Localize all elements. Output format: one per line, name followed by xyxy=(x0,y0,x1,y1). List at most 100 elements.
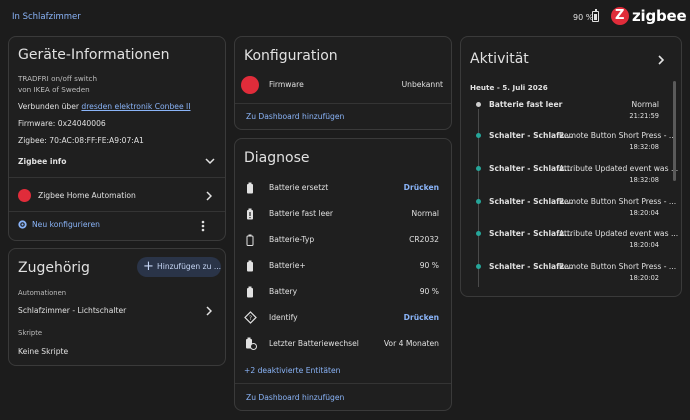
activity-event[interactable]: Schalter - Schlafz... Remote Button Shor… xyxy=(461,194,677,220)
divider xyxy=(9,211,225,212)
coordinator-link[interactable]: dresden elektronik Conbee II xyxy=(81,102,190,111)
firmware-text: Firmware: 0x24040006 xyxy=(18,119,106,128)
activity-event[interactable]: Schalter - Schlafz... Remote Button Shor… xyxy=(461,128,677,154)
diagnose-value: Normal xyxy=(411,209,439,218)
press-button[interactable]: Drücken xyxy=(404,183,439,192)
diagnose-label: Batterie fast leer xyxy=(269,209,334,218)
event-time: 18:32:08 xyxy=(629,143,659,151)
timeline-dot xyxy=(476,231,481,236)
zigbee-logo-icon: Z xyxy=(611,7,629,25)
device-info-card: Geräte-Informationen TRADFRI on/off swit… xyxy=(8,36,226,241)
breadcrumb-area-link[interactable]: In Schlafzimmer xyxy=(12,12,81,22)
reconfigure-button[interactable]: Neu konfigurieren xyxy=(15,216,105,234)
diagnose-label: Battery xyxy=(269,287,298,296)
integration-name: Zigbee Home Automation xyxy=(38,191,136,200)
diagnose-row[interactable]: ? Identify Drücken xyxy=(235,309,451,327)
timeline-dot xyxy=(476,133,481,138)
activity-event[interactable]: Batterie fast leer Normal 21:21:59 xyxy=(461,97,677,123)
activity-title: Aktivität xyxy=(470,51,529,67)
diagnose-value: CR2032 xyxy=(409,235,439,244)
event-time: 21:21:59 xyxy=(629,112,659,120)
diagnose-row[interactable]: Batterie ersetzt Drücken xyxy=(235,179,451,197)
device-model: TRADFRI on/off switch xyxy=(18,74,98,83)
diagnose-row[interactable]: Batterie fast leer Normal xyxy=(235,205,451,223)
battery-icon xyxy=(247,286,253,298)
config-title: Konfiguration xyxy=(244,48,338,64)
zigbee-ieee-text: Zigbee: 70:AC:08:FF:FE:A9:07:A1 xyxy=(18,136,144,145)
event-description: Remote Button Short Press - ... xyxy=(559,262,677,271)
related-title: Zugehörig xyxy=(18,260,90,276)
diagnose-card: Diagnose Batterie ersetzt Drücken Batter… xyxy=(234,138,452,411)
diagnose-dashboard-link[interactable]: Zu Dashboard hinzufügen xyxy=(246,393,344,402)
activity-event[interactable]: Schalter - Schlafz... Attribute Updated … xyxy=(461,161,679,187)
config-card: Konfiguration Firmware Unbekannt Zu Dash… xyxy=(234,36,452,130)
chevron-right-icon xyxy=(206,191,212,201)
event-time: 18:32:08 xyxy=(629,176,659,184)
activity-event[interactable]: Schalter - Schlafz... Remote Button Shor… xyxy=(461,259,677,285)
diagnose-value: 90 % xyxy=(419,261,439,270)
scripts-item: Keine Skripte xyxy=(18,347,69,356)
header-battery-text: 90 % xyxy=(573,13,594,22)
disabled-entities-link[interactable]: +2 deaktivierte Entitäten xyxy=(244,366,341,375)
activity-event[interactable]: Schalter - Schlafz... Attribute Updated … xyxy=(461,226,679,252)
reconfigure-label: Neu konfigurieren xyxy=(32,220,100,229)
activity-card: Aktivität Heute - 5. Juli 2026 Batterie … xyxy=(460,36,682,297)
gear-icon xyxy=(18,220,27,229)
more-vertical-icon[interactable] xyxy=(201,220,205,232)
config-firmware-label: Firmware xyxy=(269,80,304,89)
battery-type-icon xyxy=(246,234,254,246)
event-time: 18:20:02 xyxy=(629,274,659,282)
diagnose-row[interactable]: Letzter Batteriewechsel Vor 4 Monaten xyxy=(235,335,451,353)
diagnose-row[interactable]: Batterie+ 90 % xyxy=(235,257,451,275)
diagnose-title: Diagnose xyxy=(244,150,310,166)
integration-row[interactable]: Zigbee Home Automation xyxy=(9,185,225,207)
divider xyxy=(235,103,451,104)
timeline-dot xyxy=(476,264,481,269)
battery-alert-icon xyxy=(247,208,253,220)
diagnose-row[interactable]: Battery 90 % xyxy=(235,283,451,301)
timeline-dot xyxy=(476,166,481,171)
event-description: Attribute Updated event was ... xyxy=(559,164,679,173)
diagnose-row[interactable]: Batterie-Typ CR2032 xyxy=(235,231,451,249)
event-description: Attribute Updated event was ... xyxy=(559,229,679,238)
diagnose-label: Batterie+ xyxy=(269,261,306,270)
device-info-title: Geräte-Informationen xyxy=(18,47,170,63)
svg-text:?: ? xyxy=(249,315,252,322)
diagnose-label: Batterie-Typ xyxy=(269,235,315,244)
automations-header: Automationen xyxy=(18,289,67,297)
chevron-right-icon[interactable] xyxy=(658,55,665,65)
event-time: 18:20:04 xyxy=(629,209,659,217)
divider xyxy=(235,383,451,384)
automation-item[interactable]: Schlafzimmer - Lichtschalter xyxy=(9,302,225,320)
activity-scrollbar[interactable] xyxy=(673,81,676,181)
activity-date-header: Heute - 5. Juli 2026 xyxy=(470,83,548,92)
related-card: Zugehörig + Hinzufügen zu ... Automation… xyxy=(8,248,226,366)
event-description: Remote Button Short Press - ... xyxy=(559,197,677,206)
chevron-down-icon xyxy=(205,158,215,165)
divider xyxy=(9,177,225,178)
config-dashboard-link[interactable]: Zu Dashboard hinzufügen xyxy=(246,112,344,121)
automation-item-label: Schlafzimmer - Lichtschalter xyxy=(18,306,127,315)
identify-icon: ? xyxy=(244,311,257,324)
diagnose-value: 90 % xyxy=(419,287,439,296)
chevron-right-icon xyxy=(206,306,212,316)
zigbee-firmware-icon xyxy=(241,76,259,94)
connected-via: Verbunden über dresden elektronik Conbee… xyxy=(18,102,191,111)
scripts-header: Skripte xyxy=(18,329,43,337)
battery-replace-icon xyxy=(247,182,253,194)
event-value: Normal xyxy=(631,100,659,109)
diagnose-value: Vor 4 Monaten xyxy=(383,339,439,348)
connected-prefix: Verbunden über xyxy=(18,102,82,111)
diagnose-label: Letzter Batteriewechsel xyxy=(269,339,359,348)
zigbee-info-label: Zigbee info xyxy=(18,157,67,166)
timeline-dot xyxy=(476,199,481,204)
top-bar: In Schlafzimmer 90 % Z zigbee xyxy=(0,0,690,36)
zigbee-info-expander[interactable]: Zigbee info xyxy=(9,151,225,171)
timeline-dot xyxy=(476,102,481,107)
event-entity: Batterie fast leer xyxy=(489,100,563,109)
press-button[interactable]: Drücken xyxy=(404,313,439,322)
add-to-label: Hinzufügen zu ... xyxy=(157,262,222,271)
event-time: 18:20:04 xyxy=(629,241,659,249)
event-description: Remote Button Short Press - ... xyxy=(559,131,677,140)
add-to-button[interactable]: + Hinzufügen zu ... xyxy=(137,257,221,277)
